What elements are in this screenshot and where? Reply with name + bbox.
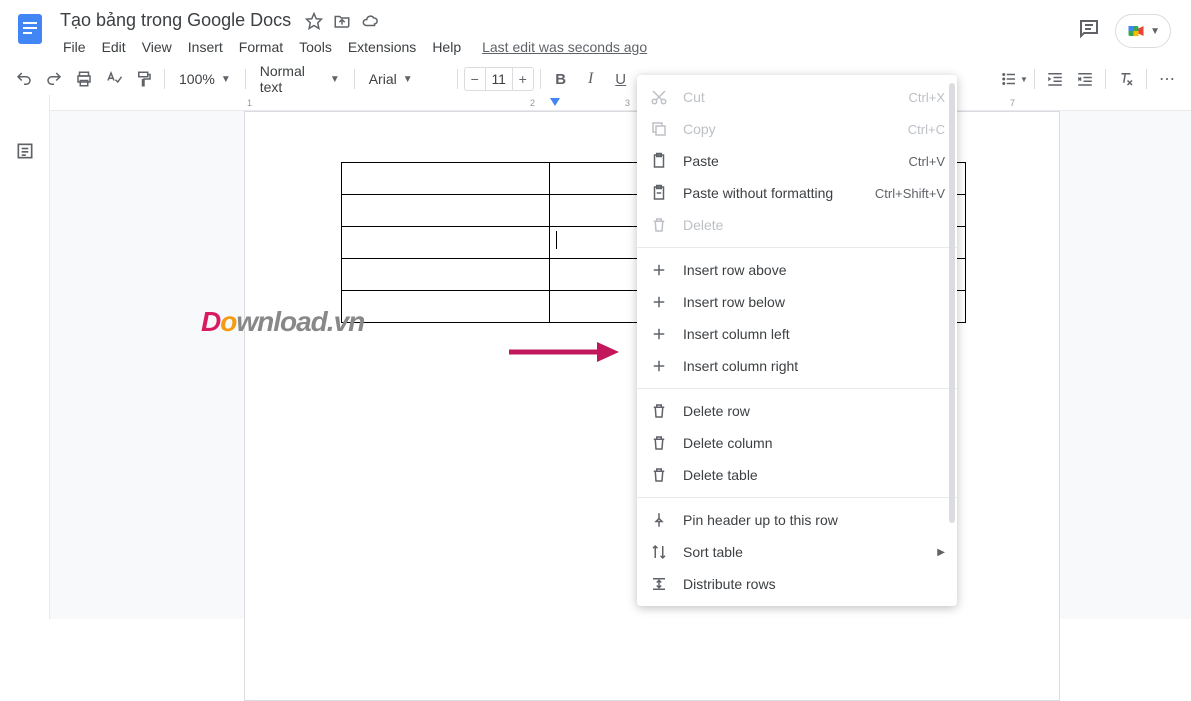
spellcheck-button[interactable] — [100, 65, 128, 93]
menu-insert-row-above[interactable]: Insert row above — [637, 254, 957, 286]
menu-insert-row-below[interactable]: Insert row below — [637, 286, 957, 318]
menu-distribute-rows[interactable]: Distribute rows — [637, 568, 957, 600]
watermark-overlay: Download.vn — [201, 306, 364, 338]
plus-icon — [649, 260, 669, 280]
editor-canvas: 1 2 3 7 Download.vn — [0, 95, 1191, 619]
comments-icon[interactable] — [1077, 17, 1101, 46]
indent-increase-button[interactable] — [1071, 65, 1099, 93]
bold-button[interactable]: B — [547, 65, 575, 93]
title-area: Tạo bảng trong Google Docs File Edit Vie… — [56, 8, 1077, 59]
ruler-indent-marker[interactable] — [550, 98, 560, 106]
zoom-select[interactable]: 100%▼ — [171, 65, 239, 93]
menu-bar: File Edit View Insert Format Tools Exten… — [56, 35, 1077, 59]
undo-button[interactable] — [10, 65, 38, 93]
italic-button[interactable]: I — [577, 65, 605, 93]
print-button[interactable] — [70, 65, 98, 93]
menu-format[interactable]: Format — [232, 35, 290, 59]
menu-insert-column-right[interactable]: Insert column right — [637, 350, 957, 382]
menu-cut: Cut Ctrl+X — [637, 81, 957, 113]
menu-delete-column[interactable]: Delete column — [637, 427, 957, 459]
plus-icon — [649, 324, 669, 344]
text-cursor — [556, 231, 557, 249]
font-size-input[interactable] — [485, 68, 513, 90]
menu-scrollbar[interactable] — [949, 83, 955, 523]
plus-icon — [649, 292, 669, 312]
menu-paste[interactable]: Paste Ctrl+V — [637, 145, 957, 177]
underline-button[interactable]: U — [607, 65, 635, 93]
paste-plain-icon — [649, 183, 669, 203]
menu-delete: Delete — [637, 209, 957, 241]
menu-delete-row[interactable]: Delete row — [637, 395, 957, 427]
chevron-down-icon: ▼ — [1150, 26, 1160, 37]
star-icon[interactable] — [305, 12, 323, 30]
clear-formatting-button[interactable] — [1112, 65, 1140, 93]
plus-icon — [649, 356, 669, 376]
menu-delete-table[interactable]: Delete table — [637, 459, 957, 491]
table-context-menu: Cut Ctrl+X Copy Ctrl+C Paste Ctrl+V Past… — [637, 75, 957, 606]
chevron-right-icon: ▶ — [937, 547, 945, 558]
trash-icon — [649, 465, 669, 485]
last-edit-link[interactable]: Last edit was seconds ago — [482, 39, 647, 55]
paste-icon — [649, 151, 669, 171]
menu-insert-column-left[interactable]: Insert column left — [637, 318, 957, 350]
paint-format-button[interactable] — [130, 65, 158, 93]
trash-icon — [649, 433, 669, 453]
menu-help[interactable]: Help — [425, 35, 468, 59]
arrow-annotation — [509, 340, 619, 369]
redo-button[interactable] — [40, 65, 68, 93]
sort-icon — [649, 542, 669, 562]
more-button[interactable]: ⋯ — [1153, 65, 1181, 93]
menu-insert[interactable]: Insert — [181, 35, 230, 59]
pin-icon — [649, 510, 669, 530]
indent-decrease-button[interactable] — [1041, 65, 1069, 93]
app-header: Tạo bảng trong Google Docs File Edit Vie… — [0, 0, 1191, 59]
trash-icon — [649, 401, 669, 421]
document-title[interactable]: Tạo bảng trong Google Docs — [56, 8, 295, 33]
menu-pin-header[interactable]: Pin header up to this row — [637, 504, 957, 536]
outline-icon[interactable] — [15, 141, 35, 619]
font-size-control: − + — [464, 67, 534, 91]
menu-view[interactable]: View — [135, 35, 179, 59]
chevron-down-icon: ▼ — [330, 74, 340, 85]
style-select[interactable]: Normal text▼ — [252, 65, 348, 93]
horizontal-ruler[interactable]: 1 2 3 7 — [50, 95, 1191, 111]
toolbar: 100%▼ Normal text▼ Arial▼ − + B I U ▼ ⋯ — [0, 59, 1191, 100]
menu-copy: Copy Ctrl+C — [637, 113, 957, 145]
menu-sort-table[interactable]: Sort table ▶ — [637, 536, 957, 568]
copy-icon — [649, 119, 669, 139]
chevron-down-icon: ▼ — [221, 74, 231, 85]
menu-extensions[interactable]: Extensions — [341, 35, 423, 59]
left-sidebar — [0, 95, 50, 619]
distribute-rows-icon — [649, 574, 669, 594]
font-size-increase[interactable]: + — [513, 71, 533, 87]
trash-icon — [649, 215, 669, 235]
cut-icon — [649, 87, 669, 107]
cloud-status-icon[interactable] — [361, 12, 379, 30]
menu-tools[interactable]: Tools — [292, 35, 339, 59]
move-icon[interactable] — [333, 12, 351, 30]
menu-edit[interactable]: Edit — [95, 35, 133, 59]
docs-logo[interactable] — [10, 8, 50, 48]
menu-paste-without-formatting[interactable]: Paste without formatting Ctrl+Shift+V — [637, 177, 957, 209]
header-right: ▼ — [1077, 8, 1181, 48]
font-size-decrease[interactable]: − — [465, 71, 485, 87]
menu-file[interactable]: File — [56, 35, 93, 59]
bulleted-list-button[interactable]: ▼ — [1000, 65, 1028, 93]
chevron-down-icon: ▼ — [403, 74, 413, 85]
font-select[interactable]: Arial▼ — [361, 65, 451, 93]
meet-button[interactable]: ▼ — [1115, 14, 1171, 48]
